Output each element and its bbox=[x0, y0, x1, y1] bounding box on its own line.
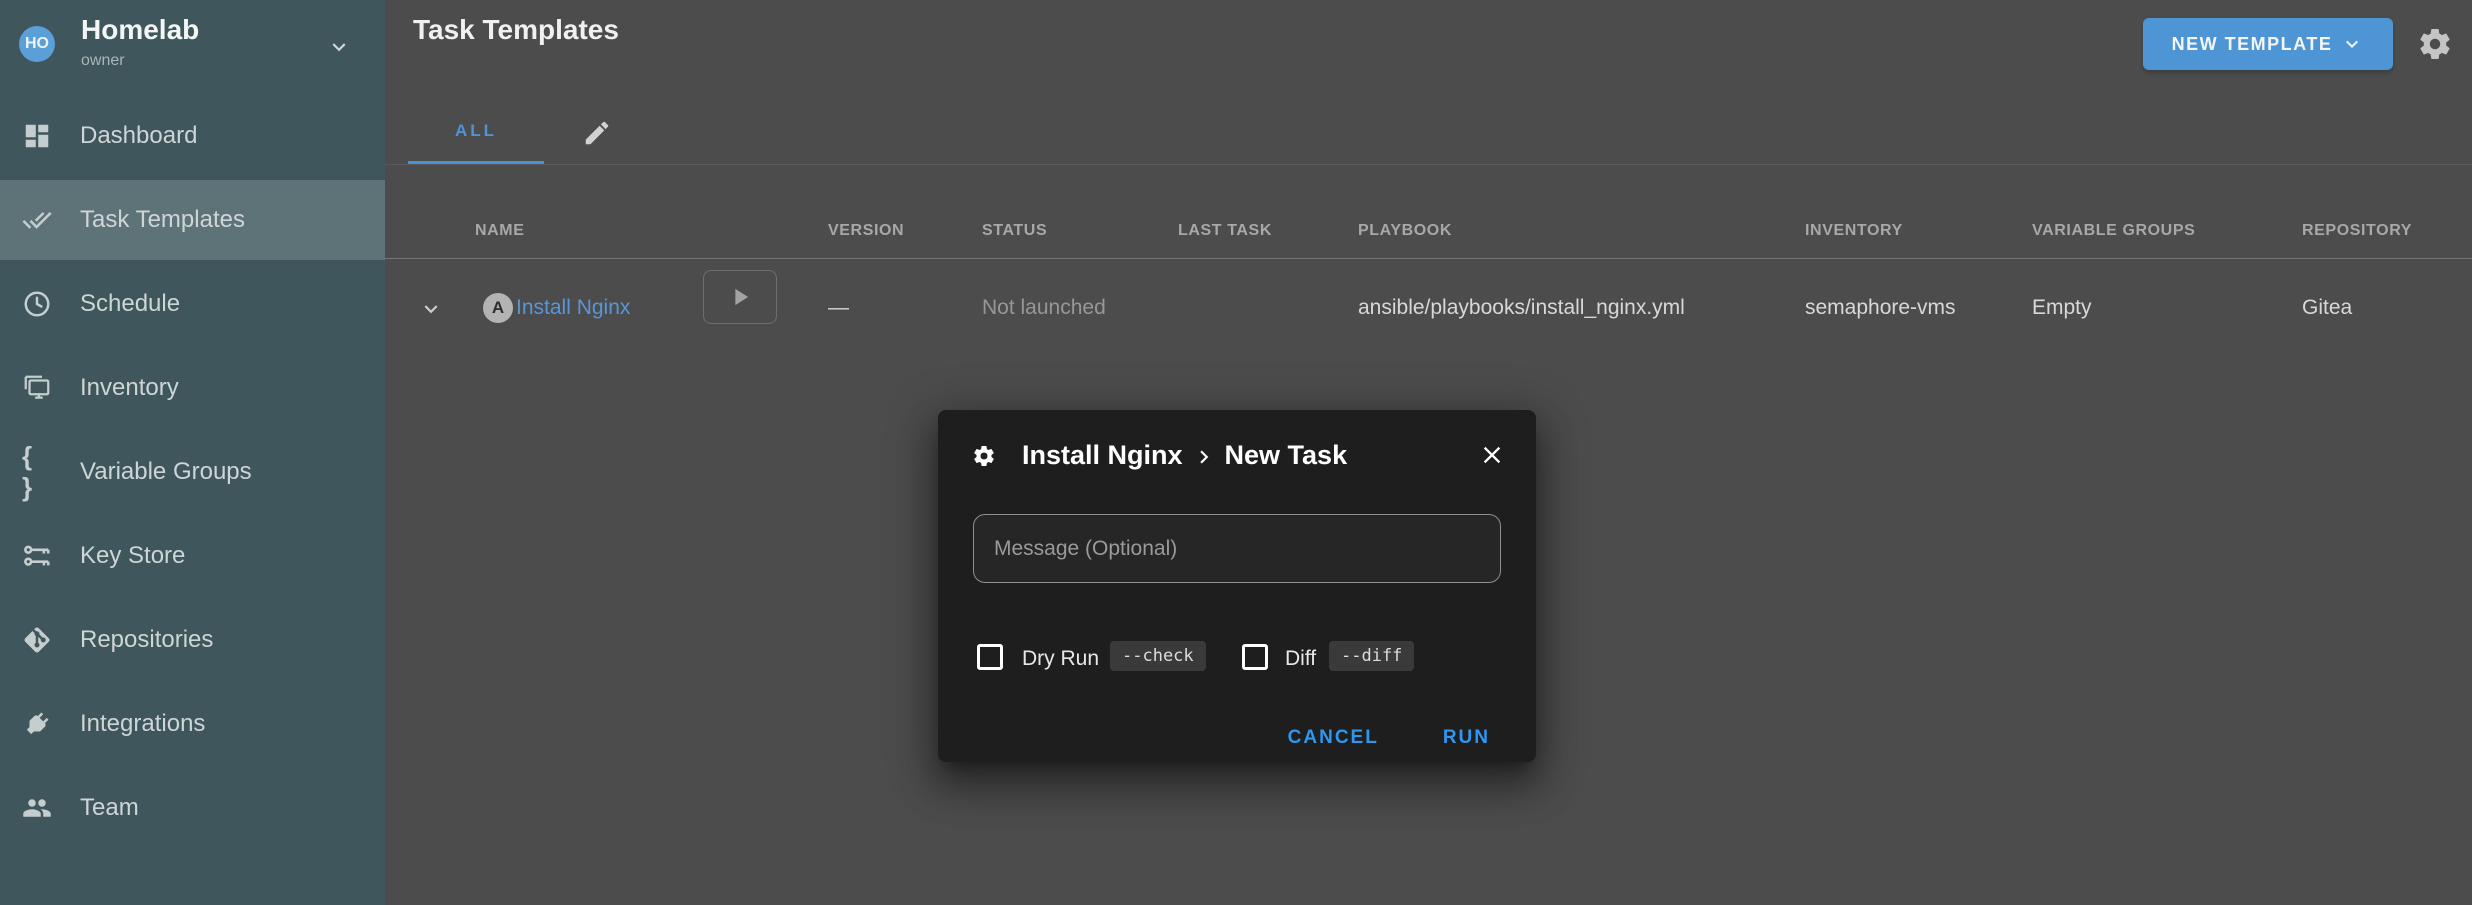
column-header-status: STATUS bbox=[982, 222, 1047, 240]
plug-icon bbox=[22, 709, 52, 739]
clock-icon bbox=[22, 289, 52, 319]
sidebar-item-variable-groups[interactable]: { } Variable Groups bbox=[0, 432, 385, 512]
braces-icon: { } bbox=[22, 457, 52, 487]
cancel-button[interactable]: CANCEL bbox=[1288, 727, 1379, 749]
sidebar-item-dashboard[interactable]: Dashboard bbox=[0, 96, 385, 176]
view-dashboard-icon bbox=[22, 121, 52, 151]
close-icon[interactable] bbox=[1478, 441, 1506, 469]
monitor-multiple-icon bbox=[22, 373, 52, 403]
dialog-title-suffix: New Task bbox=[1225, 440, 1348, 471]
check-all-icon bbox=[22, 205, 52, 235]
diff-flag-chip: --diff bbox=[1329, 641, 1414, 671]
dry-run-label: Dry Run bbox=[1022, 647, 1099, 671]
key-chain-icon bbox=[22, 541, 52, 571]
account-multiple-icon bbox=[22, 793, 52, 823]
row-variable-groups: Empty bbox=[2032, 296, 2092, 320]
column-header-variable-groups: VARIABLE GROUPS bbox=[2032, 222, 2195, 240]
dialog-actions: CANCEL RUN bbox=[1288, 727, 1490, 749]
row-inventory: semaphore-vms bbox=[1805, 296, 1956, 320]
expand-row-chevron-icon[interactable] bbox=[418, 296, 444, 322]
column-header-name: NAME bbox=[475, 222, 525, 240]
sidebar-item-label: Task Templates bbox=[80, 206, 245, 234]
run-button[interactable]: RUN bbox=[1443, 727, 1490, 749]
column-header-version: VERSION bbox=[828, 222, 904, 240]
row-version: — bbox=[828, 296, 849, 320]
chevron-right-icon bbox=[1191, 444, 1217, 470]
avatar: HO bbox=[19, 26, 55, 62]
sidebar: HO Homelab owner Dashboard Task Template… bbox=[0, 0, 385, 905]
new-template-label: NEW TEMPLATE bbox=[2172, 34, 2333, 55]
dry-run-checkbox[interactable] bbox=[977, 644, 1003, 670]
dialog-template-name: Install Nginx bbox=[1022, 440, 1183, 471]
project-name: Homelab bbox=[81, 14, 199, 46]
column-header-repository: REPOSITORY bbox=[2302, 222, 2412, 240]
page-title: Task Templates bbox=[413, 14, 619, 46]
sidebar-item-integrations[interactable]: Integrations bbox=[0, 684, 385, 764]
sidebar-item-label: Schedule bbox=[80, 290, 180, 318]
row-playbook: ansible/playbooks/install_nginx.yml bbox=[1358, 296, 1685, 320]
sidebar-item-inventory[interactable]: Inventory bbox=[0, 348, 385, 428]
sidebar-item-label: Inventory bbox=[80, 374, 179, 402]
sidebar-item-team[interactable]: Team bbox=[0, 768, 385, 848]
sidebar-item-task-templates[interactable]: Task Templates bbox=[0, 180, 385, 260]
git-icon bbox=[22, 625, 52, 655]
column-header-inventory: INVENTORY bbox=[1805, 222, 1903, 240]
new-task-dialog: Install Nginx New Task Dry Run --check D… bbox=[938, 410, 1536, 762]
sidebar-item-repositories[interactable]: Repositories bbox=[0, 600, 385, 680]
run-task-play-button[interactable] bbox=[703, 270, 777, 324]
new-template-button[interactable]: NEW TEMPLATE bbox=[2143, 18, 2393, 70]
template-name-link[interactable]: Install Nginx bbox=[516, 296, 630, 320]
dialog-title: Install Nginx New Task bbox=[1022, 440, 1347, 471]
ansible-app-icon: A bbox=[483, 293, 513, 323]
settings-gear-icon[interactable] bbox=[2417, 26, 2453, 62]
sidebar-item-label: Integrations bbox=[80, 710, 205, 738]
column-header-last-task: LAST TASK bbox=[1178, 222, 1272, 240]
sidebar-item-label: Dashboard bbox=[80, 122, 197, 150]
sidebar-item-schedule[interactable]: Schedule bbox=[0, 264, 385, 344]
message-input[interactable] bbox=[973, 514, 1501, 583]
row-status: Not launched bbox=[982, 296, 1106, 320]
diff-label: Diff bbox=[1285, 647, 1316, 671]
diff-checkbox[interactable] bbox=[1242, 644, 1268, 670]
chevron-down-icon bbox=[326, 34, 352, 60]
divider bbox=[385, 164, 2472, 165]
sidebar-item-label: Repositories bbox=[80, 626, 213, 654]
project-switcher[interactable]: HO Homelab owner bbox=[0, 0, 385, 90]
row-repository: Gitea bbox=[2302, 296, 2352, 320]
column-header-playbook: PLAYBOOK bbox=[1358, 222, 1452, 240]
edit-views-pencil-icon[interactable] bbox=[582, 118, 612, 148]
gear-icon bbox=[972, 444, 996, 468]
chevron-down-icon bbox=[2340, 32, 2364, 56]
sidebar-item-label: Key Store bbox=[80, 542, 185, 570]
sidebar-item-label: Team bbox=[80, 794, 139, 822]
divider bbox=[385, 258, 2472, 259]
sidebar-item-label: Variable Groups bbox=[80, 458, 252, 486]
project-role: owner bbox=[81, 52, 125, 70]
dry-run-flag-chip: --check bbox=[1110, 641, 1206, 671]
semaphore-app: HO Homelab owner Dashboard Task Template… bbox=[0, 0, 2472, 905]
sidebar-item-key-store[interactable]: Key Store bbox=[0, 516, 385, 596]
tab-all[interactable]: ALL bbox=[408, 100, 544, 162]
